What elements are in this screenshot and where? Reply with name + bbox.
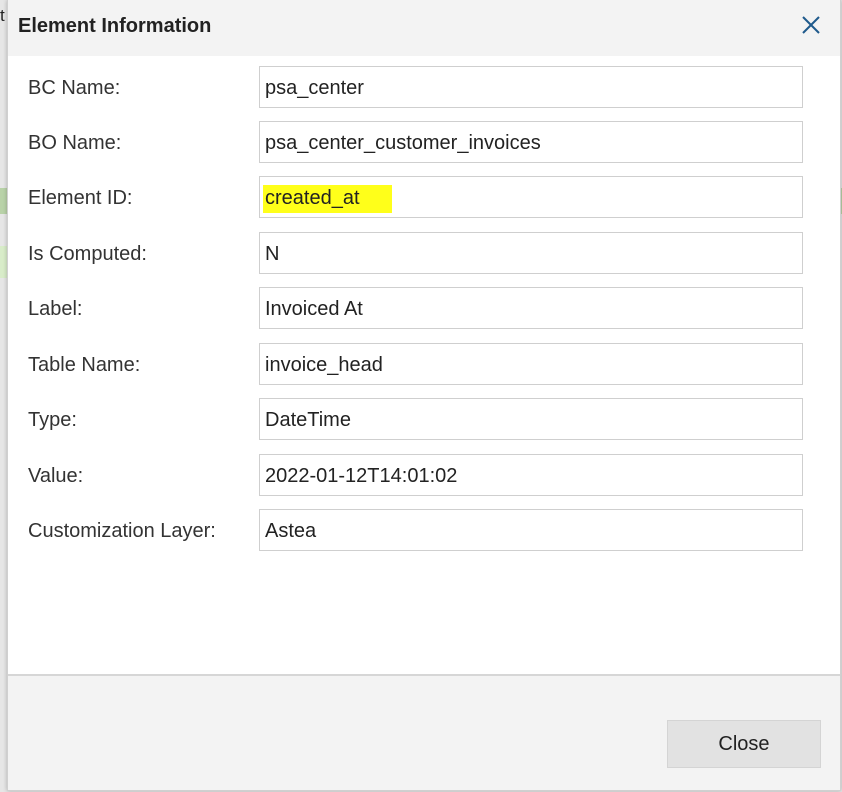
field-value: psa_center [265,77,364,99]
close-x-icon[interactable] [796,10,826,40]
dialog-title: Element Information [18,15,212,37]
is-computed-field[interactable]: N [259,232,803,274]
field-label: Value: [28,465,84,487]
field-row-value: Value: 2022-01-12T14:01:02 [8,454,840,500]
field-value: psa_center_customer_invoices [265,132,541,154]
type-field[interactable]: DateTime [259,398,803,440]
field-label: Label: [28,298,83,320]
field-value: Astea [265,520,317,542]
close-button[interactable]: Close [667,720,821,768]
field-row-label: Label: Invoiced At [8,287,840,333]
label-field[interactable]: Invoiced At [259,287,803,329]
field-value: DateTime [265,409,351,431]
field-row-table-name: Table Name: invoice_head [8,343,840,389]
field-row-type: Type: DateTime [8,398,840,444]
field-row-is-computed: Is Computed: N [8,232,840,278]
close-x-icon-glyph [802,16,820,34]
dialog-footer: Close [8,676,840,790]
element-information-dialog: Element Information BC Name: psa_center … [7,0,841,791]
field-label: BO Name: [28,132,122,154]
element-id-field[interactable]: created_at [259,176,803,218]
field-value: Invoiced At [265,298,363,320]
field-label: Table Name: [28,354,141,376]
dialog-content: BC Name: psa_center BO Name: psa_center_… [8,56,840,674]
field-row-bc-name: BC Name: psa_center [8,66,840,112]
field-row-bo-name: BO Name: psa_center_customer_invoices [8,121,840,167]
field-label: Customization Layer: [28,520,216,542]
table-name-field[interactable]: invoice_head [259,343,803,385]
customization-layer-field[interactable]: Astea [259,509,803,551]
bc-name-field[interactable]: psa_center [259,66,803,108]
background-text: t [0,6,5,25]
field-row-element-id: Element ID: created_at [8,176,840,222]
field-value: 2022-01-12T14:01:02 [265,465,458,487]
dialog-titlebar: Element Information [8,0,840,56]
field-label: Is Computed: [28,243,147,265]
field-value: created_at [263,185,392,213]
bo-name-field[interactable]: psa_center_customer_invoices [259,121,803,163]
field-label: Type: [28,409,77,431]
field-row-customization-layer: Customization Layer: Astea [8,509,840,555]
field-value: N [265,243,280,265]
highlighted-text: created_at [263,185,392,213]
field-value: invoice_head [265,354,383,376]
field-label: BC Name: [28,77,121,99]
value-field[interactable]: 2022-01-12T14:01:02 [259,454,803,496]
field-label: Element ID: [28,187,133,209]
